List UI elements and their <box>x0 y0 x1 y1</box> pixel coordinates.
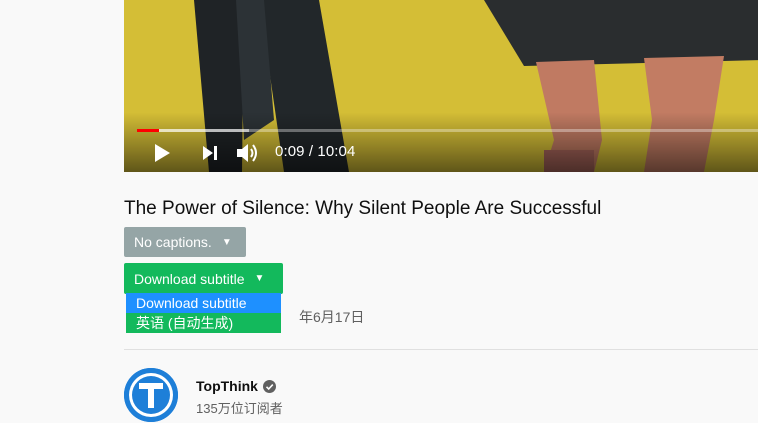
video-player[interactable]: 0:09 / 10:04 <box>124 0 758 172</box>
download-button-label: Download subtitle <box>134 270 245 287</box>
volume-button[interactable] <box>236 141 262 165</box>
dropdown-option-english-auto[interactable]: 英语 (自动生成) <box>126 313 281 333</box>
progress-bar[interactable] <box>137 129 758 132</box>
dropdown-option-download-subtitle[interactable]: Download subtitle <box>126 293 281 313</box>
play-icon <box>155 144 170 162</box>
volume-icon <box>237 144 257 162</box>
next-button[interactable] <box>198 141 222 165</box>
caret-down-icon: ▼ <box>254 273 265 284</box>
play-button[interactable] <box>150 141 174 165</box>
subscriber-count: 135万位订阅者 <box>196 401 283 416</box>
channel-name[interactable]: TopThink <box>196 378 276 394</box>
channel-name-text: TopThink <box>196 378 258 394</box>
caret-down-icon: ▼ <box>221 236 232 248</box>
channel-avatar[interactable] <box>124 368 178 422</box>
next-icon <box>203 146 217 160</box>
download-dropdown[interactable]: Download subtitle 英语 (自动生成) <box>126 293 281 333</box>
verified-check-icon <box>262 379 276 393</box>
captions-button-label: No captions. <box>134 234 212 250</box>
divider <box>124 349 758 350</box>
download-subtitle-button[interactable]: Download subtitle ▼ <box>124 263 283 294</box>
channel-logo-icon <box>124 368 178 422</box>
progress-played <box>137 129 160 132</box>
time-display: 0:09 / 10:04 <box>275 143 356 160</box>
video-title: The Power of Silence: Why Silent People … <box>124 198 602 219</box>
captions-button[interactable]: No captions. ▼ <box>124 227 246 257</box>
